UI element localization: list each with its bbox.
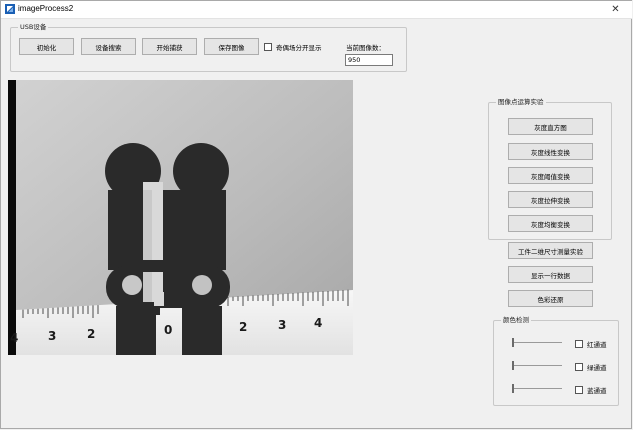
checkbox-label: 蓝通道 (587, 387, 607, 395)
red-channel-slider[interactable] (512, 337, 562, 349)
color-detect-group-label: 颜色检测 (501, 316, 531, 325)
app-icon (5, 4, 15, 14)
init-button[interactable]: 初始化 (19, 38, 74, 55)
workpiece-measure-button[interactable]: 工件二维尺寸测量实验 (508, 242, 593, 259)
point-ops-group-label: 图像点运算实验 (496, 98, 546, 107)
ruler-number: 0 (164, 323, 172, 337)
gray-histogram-button[interactable]: 灰度直方图 (508, 118, 593, 135)
checkbox-box[interactable] (264, 43, 272, 51)
usb-group-label: USB设备 (18, 23, 49, 32)
captured-image: 4 3 2 0 2 3 4 (8, 80, 353, 355)
slider-track (512, 342, 562, 343)
ruler-number: 3 (278, 318, 286, 332)
close-icon[interactable]: ✕ (603, 2, 628, 17)
show-row-data-button[interactable]: 显示一行数据 (508, 266, 593, 283)
checkbox-box[interactable] (575, 363, 583, 371)
device-search-button[interactable]: 设备搜索 (81, 38, 136, 55)
start-capture-button[interactable]: 开始捕获 (142, 38, 197, 55)
window-title: imageProcess2 (18, 4, 74, 13)
ruler-number: 4 (314, 316, 322, 330)
app-window: imageProcess2 ✕ USB设备 初始化 设备搜索 开始捕获 保存图像… (0, 0, 632, 429)
frame-count-label: 当前图像数： (346, 44, 385, 52)
slider-thumb[interactable] (512, 384, 514, 393)
green-channel-slider[interactable] (512, 360, 562, 372)
checkbox-box[interactable] (575, 386, 583, 394)
workpiece-image: 4 3 2 0 2 3 4 (8, 80, 353, 355)
gray-stretch-transform-button[interactable]: 灰度拉伸变换 (508, 191, 593, 208)
frame-count-field[interactable]: 950 (345, 54, 393, 66)
blue-channel-slider[interactable] (512, 383, 562, 395)
checkbox-label: 红通道 (587, 341, 607, 349)
gray-equalize-transform-button[interactable]: 灰度均衡变换 (508, 215, 593, 232)
ruler-number: 3 (48, 329, 56, 343)
color-restore-button[interactable]: 色彩还原 (508, 290, 593, 307)
slider-track (512, 388, 562, 389)
checkbox-label: 绿通道 (587, 364, 607, 372)
red-channel-checkbox[interactable]: 红通道 (575, 339, 607, 349)
ruler-number: 2 (87, 327, 95, 341)
slider-thumb[interactable] (512, 361, 514, 370)
ruler-number: 4 (10, 331, 18, 345)
title-bar: imageProcess2 ✕ (1, 1, 632, 19)
slider-track (512, 365, 562, 366)
gray-threshold-transform-button[interactable]: 灰度阈值变换 (508, 167, 593, 184)
gray-linear-transform-button[interactable]: 灰度线性变换 (508, 143, 593, 160)
ruler-number: 2 (239, 320, 247, 334)
odd-even-field-checkbox[interactable]: 奇偶场分开显示 (264, 42, 322, 52)
checkbox-box[interactable] (575, 340, 583, 348)
checkbox-label: 奇偶场分开显示 (276, 44, 322, 52)
blue-channel-checkbox[interactable]: 蓝通道 (575, 385, 607, 395)
slider-thumb[interactable] (512, 338, 514, 347)
green-channel-checkbox[interactable]: 绿通道 (575, 362, 607, 372)
save-image-button[interactable]: 保存图像 (204, 38, 259, 55)
